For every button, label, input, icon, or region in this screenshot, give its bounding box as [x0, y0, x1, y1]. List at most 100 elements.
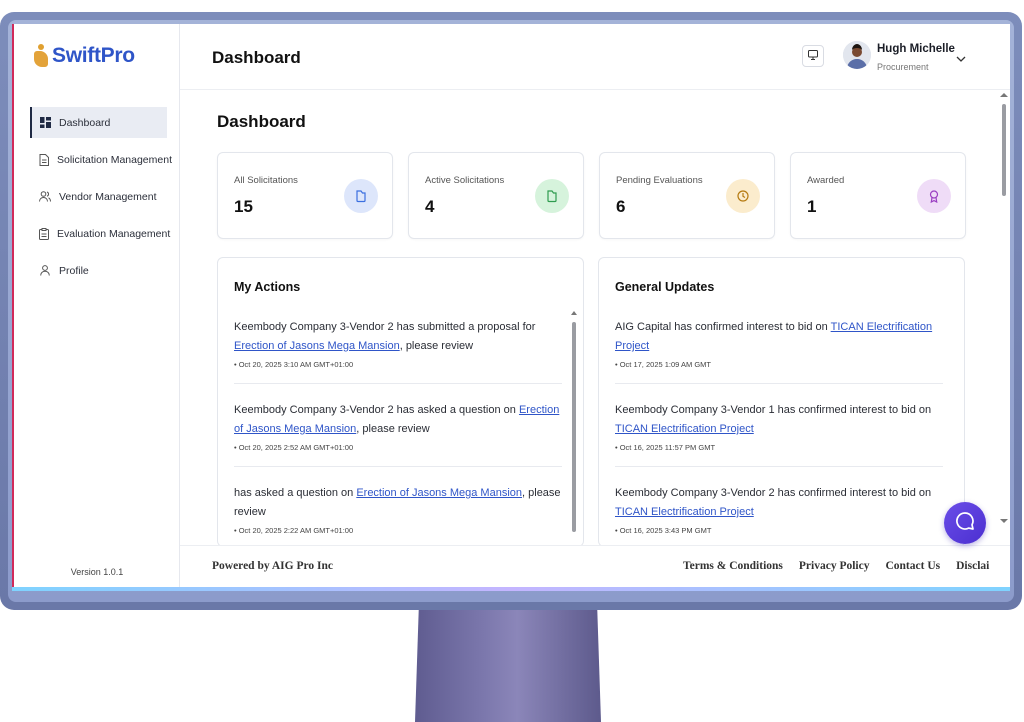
entry-timestamp: • Oct 20, 2025 2:52 AM GMT+01:00 [234, 443, 354, 452]
list-item: Keembody Company 3-Vendor 2 has confirme… [615, 484, 943, 545]
sidebar-item-label: Evaluation Management [57, 227, 171, 240]
document-icon [39, 153, 49, 166]
stat-label: Pending Evaluations [616, 175, 703, 186]
sidebar-item-solicitation-management[interactable]: Solicitation Management [30, 144, 172, 175]
scroll-down-icon [1000, 519, 1008, 523]
sidebar: SwiftPro Dashboard Solicitation Manageme… [14, 24, 180, 590]
list-item: has asked a question on Erection of Jaso… [234, 484, 562, 545]
sidebar-item-vendor-management[interactable]: Vendor Management [30, 181, 167, 212]
display-toggle-button[interactable] [802, 45, 824, 67]
actions-scrollbar[interactable] [571, 310, 577, 540]
monitor-stand [415, 610, 601, 722]
app-screen: SwiftPro Dashboard Solicitation Manageme… [12, 24, 1010, 590]
entry-text: Keembody Company 3-Vendor 1 has confirme… [615, 401, 943, 439]
user-role: Procurement [877, 62, 929, 72]
stat-value: 1 [807, 197, 817, 216]
chat-icon [955, 511, 975, 536]
sidebar-item-dashboard[interactable]: Dashboard [30, 107, 167, 138]
entry-timestamp: • Oct 20, 2025 2:22 AM GMT+01:00 [234, 526, 354, 535]
my-actions-panel: My Actions Keembody Company 3-Vendor 2 h… [217, 257, 584, 545]
footer: Powered by AIG Pro Inc Terms & Condition… [180, 545, 1010, 590]
entry-text: Keembody Company 3-Vendor 2 has confirme… [615, 484, 943, 522]
stat-value: 15 [234, 197, 253, 216]
brand-name: SwiftPro [52, 44, 135, 67]
scrollbar-thumb[interactable] [1002, 104, 1006, 196]
clock-icon [726, 179, 760, 213]
updates-list: AIG Capital has confirmed interest to bi… [615, 318, 943, 545]
entry-text: AIG Capital has confirmed interest to bi… [615, 318, 943, 356]
page-scrollbar[interactable] [999, 90, 1009, 530]
footer-link-privacy[interactable]: Privacy Policy [799, 560, 870, 572]
entry-timestamp: • Oct 16, 2025 3:43 PM GMT [615, 526, 712, 535]
sidebar-item-label: Vendor Management [59, 190, 157, 203]
stat-label: All Solicitations [234, 175, 298, 186]
award-icon [917, 179, 951, 213]
entry-suffix: , please review [399, 340, 474, 352]
sidebar-item-profile[interactable]: Profile [30, 255, 167, 286]
brand-logo[interactable]: SwiftPro [32, 44, 135, 68]
monitor-icon [808, 47, 818, 65]
user-name[interactable]: Hugh Michelle [877, 43, 955, 55]
entry-message: Keembody Company 3-Vendor 2 has confirme… [615, 487, 932, 499]
entry-link[interactable]: TICAN Electrification Project [615, 423, 754, 435]
footer-link-contact[interactable]: Contact Us [885, 560, 940, 572]
entry-link[interactable]: Erection of Jasons Mega Mansion [234, 340, 400, 352]
sidebar-item-label: Dashboard [59, 116, 111, 129]
sidebar-item-label: Profile [59, 264, 89, 277]
footer-links: Terms & Conditions Privacy Policy Contac… [683, 560, 989, 572]
sidebar-nav: Dashboard Solicitation Management Vendor… [30, 107, 172, 292]
entry-timestamp: • Oct 17, 2025 1:09 AM GMT [615, 360, 712, 369]
stat-card-awarded[interactable]: Awarded 1 [790, 152, 966, 239]
entry-timestamp: • Oct 16, 2025 11:57 PM GMT [615, 443, 716, 452]
avatar[interactable] [843, 41, 871, 69]
folder-icon [535, 179, 569, 213]
entry-message: Keembody Company 3-Vendor 2 has submitte… [234, 321, 536, 333]
entry-message: AIG Capital has confirmed interest to bi… [615, 321, 831, 333]
users-icon [39, 191, 51, 203]
panel-title: My Actions [234, 280, 301, 294]
folder-icon [344, 179, 378, 213]
entry-message: has asked a question on [234, 487, 357, 499]
stat-value: 4 [425, 197, 435, 216]
panel-title: General Updates [615, 280, 715, 294]
stat-label: Active Solicitations [425, 175, 505, 186]
footer-link-terms[interactable]: Terms & Conditions [683, 560, 783, 572]
list-item: Keembody Company 3-Vendor 2 has asked a … [234, 401, 562, 467]
dashboard-icon [39, 117, 51, 129]
logo-icon [32, 44, 50, 68]
stat-label: Awarded [807, 175, 845, 186]
entry-link[interactable]: Erection of Jasons Mega Mansion [356, 487, 522, 499]
powered-by: Powered by AIG Pro Inc [212, 560, 333, 572]
stat-card-active-solicitations[interactable]: Active Solicitations 4 [408, 152, 584, 239]
entry-text: Keembody Company 3-Vendor 2 has submitte… [234, 318, 562, 356]
list-item: Keembody Company 3-Vendor 1 has confirme… [615, 401, 943, 467]
entry-link[interactable]: TICAN Electrification Project [615, 506, 754, 518]
main-content: Dashboard All Solicitations 15 Active So… [180, 90, 998, 545]
page-title: Dashboard [217, 112, 306, 131]
stat-card-pending-evaluations[interactable]: Pending Evaluations 6 [599, 152, 775, 239]
footer-link-disclaimer[interactable]: Disclai [956, 560, 989, 572]
top-header: Dashboard Hugh Michelle Procurement [180, 24, 1010, 90]
sidebar-item-label: Solicitation Management [57, 153, 172, 166]
entry-message: Keembody Company 3-Vendor 2 has asked a … [234, 404, 519, 416]
screen-edge [12, 587, 1010, 591]
entry-timestamp: • Oct 20, 2025 3:10 AM GMT+01:00 [234, 360, 354, 369]
entry-text: Keembody Company 3-Vendor 2 has asked a … [234, 401, 562, 439]
scroll-up-icon [571, 311, 577, 315]
chevron-down-icon[interactable] [956, 50, 966, 68]
sidebar-item-evaluation-management[interactable]: Evaluation Management [30, 218, 171, 249]
list-item: Keembody Company 3-Vendor 2 has submitte… [234, 318, 562, 384]
stat-value: 6 [616, 197, 626, 216]
list-item: AIG Capital has confirmed interest to bi… [615, 318, 943, 384]
app-version: Version 1.0.1 [70, 567, 124, 577]
user-icon [39, 265, 51, 277]
entry-text: has asked a question on Erection of Jaso… [234, 484, 562, 522]
stat-card-all-solicitations[interactable]: All Solicitations 15 [217, 152, 393, 239]
entry-suffix: , please review [356, 423, 430, 435]
chat-button[interactable] [944, 502, 986, 544]
general-updates-panel: General Updates AIG Capital has confirme… [598, 257, 965, 545]
header-title: Dashboard [212, 48, 301, 67]
actions-list: Keembody Company 3-Vendor 2 has submitte… [234, 318, 562, 545]
scrollbar-thumb[interactable] [572, 322, 576, 532]
clipboard-icon [39, 227, 49, 240]
